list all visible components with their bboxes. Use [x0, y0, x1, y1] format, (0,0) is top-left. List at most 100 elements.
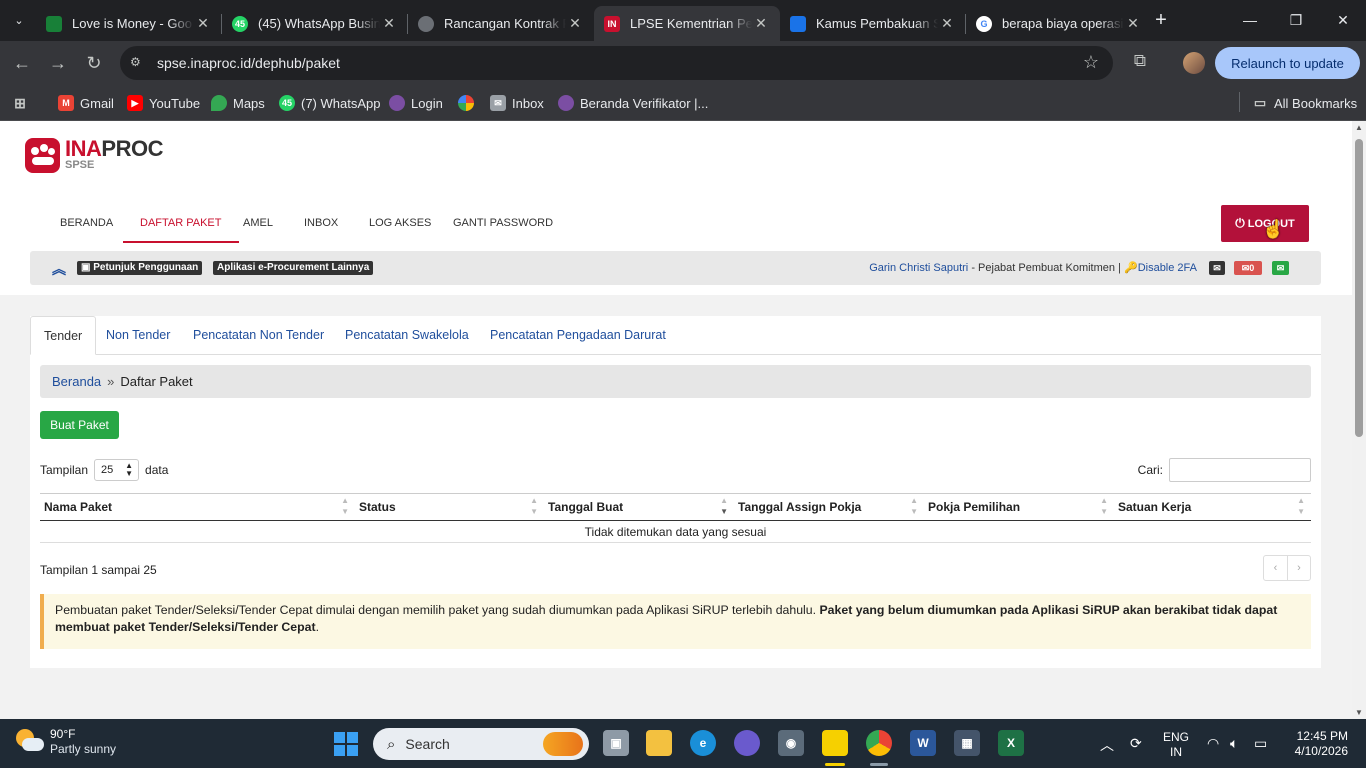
disable-2fa-link[interactable]: 🔑Disable 2FA [1124, 262, 1197, 274]
new-tab-button[interactable]: + [1150, 9, 1172, 31]
scrollbar-thumb[interactable] [1355, 139, 1363, 437]
column-pokja-pemilihan[interactable]: Pokja Pemilihan ▲ ▼ [924, 494, 1114, 521]
weather-widget[interactable]: 90°F Partly sunny [14, 727, 116, 757]
sync-icon[interactable]: ⟳ [1130, 735, 1142, 752]
pagination-prev[interactable]: ‹ [1264, 556, 1287, 580]
close-tab-icon[interactable]: ✕ [1124, 15, 1142, 32]
inaproc-logo[interactable]: INAPROC SPSE [25, 138, 163, 173]
bookmark-star-icon[interactable]: ☆ [1083, 52, 1099, 73]
breadcrumb-current: Daftar Paket [120, 374, 193, 389]
breadcrumb-beranda[interactable]: Beranda [52, 374, 101, 389]
tab-pencatatan-swakelola[interactable]: Pencatatan Swakelola [332, 316, 482, 355]
nav-amel[interactable]: AMEL [226, 203, 290, 243]
extensions-icon[interactable]: ⧉ [1128, 51, 1152, 75]
camera-icon[interactable]: ◉ [778, 730, 804, 756]
site-info-icon[interactable]: ⚙ [130, 55, 146, 71]
nav-daftar-paket[interactable]: DAFTAR PAKET [123, 203, 239, 243]
maximize-button[interactable]: ❐ [1273, 8, 1319, 32]
aplikasi-eproc-lainnya-link[interactable]: Aplikasi e-Procurement Lainnya [213, 261, 374, 275]
envelope-icon[interactable]: ✉ [1209, 261, 1225, 275]
browser-tab[interactable]: Rancangan Kontrak P ✕ [408, 6, 594, 41]
close-tab-icon[interactable]: ✕ [380, 15, 398, 32]
close-tab-icon[interactable]: ✕ [566, 15, 584, 32]
sticky-notes-icon[interactable] [822, 730, 848, 756]
column-status[interactable]: Status ▲ ▼ [355, 494, 544, 521]
sort-icon: ▲ ▼ [341, 496, 349, 516]
nav-log-akses[interactable]: LOG AKSES [352, 203, 448, 243]
bookmark-youtube[interactable]: ▶ YouTube [127, 92, 200, 114]
taskbar-search[interactable]: ⌕ Search [373, 728, 589, 760]
open-mail-icon[interactable]: ✉ [1272, 261, 1289, 275]
bookmark-gmail[interactable]: M Gmail [58, 92, 114, 114]
show-hidden-icons[interactable]: ︿ [1100, 735, 1114, 755]
word-icon[interactable]: W [910, 730, 936, 756]
close-tab-icon[interactable]: ✕ [752, 15, 770, 32]
page-length-select[interactable]: 25 ▲ ▼ [94, 459, 140, 481]
scroll-down-icon[interactable]: ▼ [1354, 708, 1364, 717]
tab-pencatatan-non-tender[interactable]: Pencatatan Non Tender [180, 316, 337, 355]
browser-tab[interactable]: Love is Money - Goo ✕ [36, 6, 222, 41]
all-bookmarks[interactable]: ▭ All Bookmarks [1252, 92, 1357, 114]
browser-tab[interactable]: 45 (45) WhatsApp Busin ✕ [222, 6, 408, 41]
close-window-button[interactable]: ✕ [1320, 8, 1366, 32]
address-bar[interactable]: ⚙ spse.inaproc.id/dephub/paket ☆ [120, 46, 1113, 80]
task-view-icon[interactable]: ▣ [603, 730, 629, 756]
bookmark-whatsapp[interactable]: 45 (7) WhatsApp [279, 92, 380, 114]
url-text[interactable]: spse.inaproc.id/dephub/paket [157, 55, 340, 71]
back-icon[interactable]: ← [10, 51, 34, 75]
tab-non-tender[interactable]: Non Tender [93, 316, 183, 355]
page-scrollbar[interactable]: ▲ ▼ [1352, 121, 1366, 719]
bookmark-maps[interactable]: Maps [211, 92, 265, 114]
bookmark-inbox[interactable]: ✉ Inbox [490, 92, 544, 114]
profile-avatar[interactable] [1183, 52, 1205, 74]
chrome-icon[interactable] [866, 730, 892, 756]
nav-beranda[interactable]: BERANDA [43, 203, 130, 243]
browser-tab[interactable]: Kamus Pembakuan S ✕ [780, 6, 966, 41]
bookmark-pinwheel[interactable] [458, 92, 480, 114]
pagination-next[interactable]: › [1287, 556, 1310, 580]
input-language[interactable]: ENG IN [1163, 730, 1189, 760]
bookmark-verifikator[interactable]: Beranda Verifikator |... [558, 92, 708, 114]
power-icon: ⏻ [1235, 216, 1245, 230]
tab-tender[interactable]: Tender [30, 316, 97, 355]
collapse-chevron-icon[interactable]: ︽ [52, 259, 66, 279]
system-clock[interactable]: 12:45 PM 4/10/2026 [1290, 729, 1348, 759]
table-info: Tampilan 1 sampai 25 [40, 563, 157, 577]
logo-text-proc: PROC [101, 136, 163, 161]
minimize-button[interactable]: — [1227, 8, 1273, 32]
forward-icon[interactable]: → [46, 51, 70, 75]
relaunch-button[interactable]: Relaunch to update [1215, 47, 1360, 79]
battery-icon[interactable]: ▭ [1254, 735, 1267, 752]
verifikator-icon [558, 95, 574, 111]
nav-inbox[interactable]: INBOX [287, 203, 355, 243]
column-tanggal-buat[interactable]: Tanggal Buat ▲ ▼ [544, 494, 734, 521]
close-tab-icon[interactable]: ✕ [194, 15, 212, 32]
copilot-icon[interactable] [734, 730, 760, 756]
nav-ganti-password[interactable]: GANTI PASSWORD [436, 203, 570, 243]
tab-pencatatan-pengadaan-darurat[interactable]: Pencatatan Pengadaan Darurat [477, 316, 679, 355]
apps-icon[interactable]: ⊞ [12, 92, 28, 114]
bookmark-label: All Bookmarks [1274, 95, 1358, 111]
mail-count-badge[interactable]: ✉ 0 [1234, 261, 1262, 275]
tab-search-button[interactable]: ⌄ [6, 8, 32, 32]
start-button[interactable] [334, 732, 358, 756]
excel-icon[interactable]: X [998, 730, 1024, 756]
reload-icon[interactable]: ↻ [82, 51, 106, 75]
column-tanggal-assign-pokja[interactable]: Tanggal Assign Pokja ▲ ▼ [734, 494, 924, 521]
gmail-icon: M [58, 95, 74, 111]
browser-tab[interactable]: G berapa biaya operasi ✕ [966, 6, 1152, 41]
wifi-icon[interactable]: ◠ [1207, 735, 1219, 752]
browser-tab-active[interactable]: IN LPSE Kementrian Per ✕ [594, 6, 780, 41]
scroll-up-icon[interactable]: ▲ [1354, 123, 1364, 132]
file-explorer-icon[interactable] [646, 730, 672, 756]
buat-paket-button[interactable]: Buat Paket [40, 411, 119, 439]
calculator-icon[interactable]: ▦ [954, 730, 980, 756]
bookmark-login[interactable]: Login [389, 92, 443, 114]
edge-icon[interactable]: e [690, 730, 716, 756]
volume-icon[interactable]: 🔈︎ [1230, 735, 1238, 752]
petunjuk-penggunaan-link[interactable]: ▣ Petunjuk Penggunaan [77, 261, 203, 275]
search-input[interactable] [1169, 458, 1311, 482]
close-tab-icon[interactable]: ✕ [938, 15, 956, 32]
column-satuan-kerja[interactable]: Satuan Kerja ▲ ▼ [1114, 494, 1311, 521]
column-nama-paket[interactable]: Nama Paket ▲ ▼ [40, 494, 355, 521]
